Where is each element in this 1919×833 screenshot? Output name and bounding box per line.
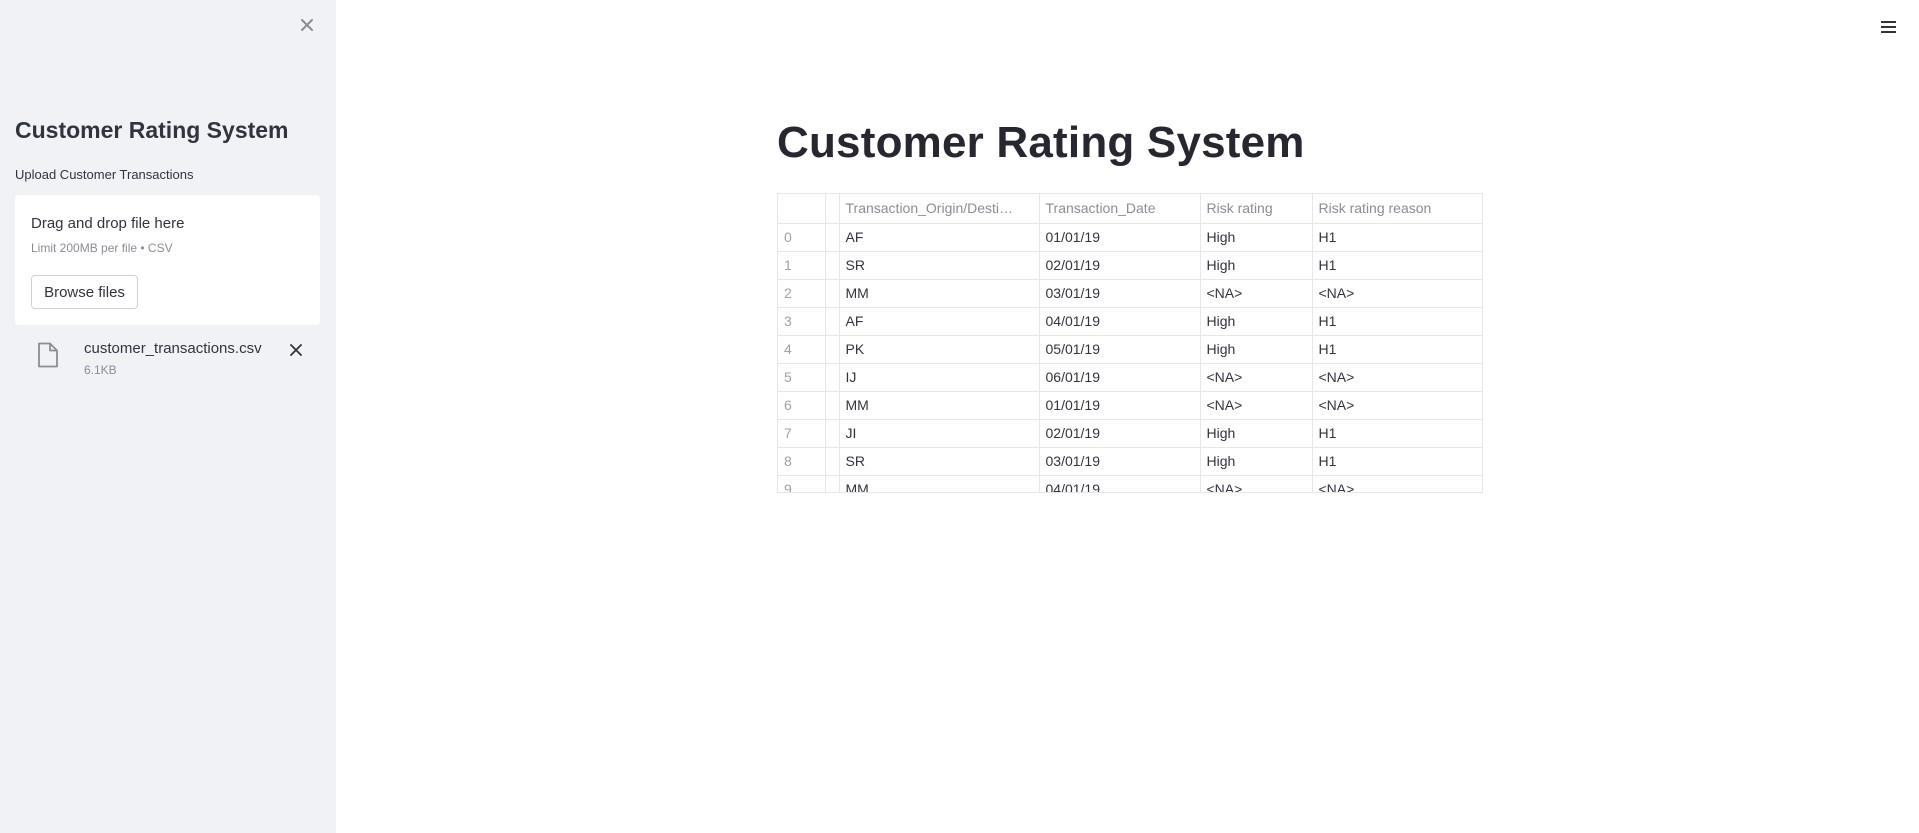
data-table[interactable]: Transaction_Origin/Desti… Transaction_Da…: [777, 193, 1483, 493]
table-row: 1 SR 02/01/19 High H1: [778, 251, 1482, 280]
table-row: 0 AF 01/01/19 High H1: [778, 223, 1482, 252]
cell-date: 01/01/19: [1039, 223, 1201, 252]
cell-origin: MM: [839, 475, 1040, 492]
row-index: 9: [778, 475, 826, 492]
cell-blank: [825, 363, 840, 392]
row-index: 4: [778, 335, 826, 364]
table-row: 3 AF 04/01/19 High H1: [778, 307, 1482, 336]
browse-files-button[interactable]: Browse files: [31, 275, 138, 309]
close-icon: [301, 19, 313, 31]
cell-risk: High: [1200, 335, 1313, 364]
row-index: 1: [778, 251, 826, 280]
uploader-label: Upload Customer Transactions: [15, 167, 194, 182]
table-row: 4 PK 05/01/19 High H1: [778, 335, 1482, 364]
cell-origin: AF: [839, 307, 1040, 336]
hamburger-menu-icon[interactable]: [1876, 16, 1900, 38]
file-name: customer_transactions.csv: [84, 340, 262, 357]
cell-origin: AF: [839, 223, 1040, 252]
column-header-index[interactable]: [778, 194, 826, 224]
cell-blank: [825, 307, 840, 336]
cell-date: 02/01/19: [1039, 419, 1201, 448]
row-index: 7: [778, 419, 826, 448]
cell-blank: [825, 279, 840, 308]
close-icon: [290, 344, 302, 356]
cell-origin: JI: [839, 419, 1040, 448]
cell-blank: [825, 419, 840, 448]
dropzone-limit: Limit 200MB per file • CSV: [31, 241, 173, 255]
cell-origin: MM: [839, 391, 1040, 420]
cell-reason: <NA>: [1312, 475, 1482, 492]
cell-reason: H1: [1312, 419, 1482, 448]
table-row: 6 MM 01/01/19 <NA> <NA>: [778, 391, 1482, 420]
column-header-date[interactable]: Transaction_Date: [1039, 194, 1201, 224]
cell-date: 04/01/19: [1039, 475, 1201, 492]
cell-risk: High: [1200, 307, 1313, 336]
cell-risk: <NA>: [1200, 279, 1313, 308]
cell-origin: PK: [839, 335, 1040, 364]
row-index: 8: [778, 447, 826, 476]
cell-origin: SR: [839, 447, 1040, 476]
cell-date: 05/01/19: [1039, 335, 1201, 364]
cell-blank: [825, 251, 840, 280]
cell-reason: H1: [1312, 307, 1482, 336]
column-header-blank[interactable]: [825, 194, 840, 224]
cell-blank: [825, 335, 840, 364]
page-title: Customer Rating System: [777, 118, 1305, 167]
sidebar: Customer Rating System Upload Customer T…: [0, 0, 336, 833]
cell-date: 03/01/19: [1039, 279, 1201, 308]
cell-origin: IJ: [839, 363, 1040, 392]
cell-blank: [825, 223, 840, 252]
file-icon: [37, 342, 59, 368]
row-index: 6: [778, 391, 826, 420]
cell-date: 02/01/19: [1039, 251, 1201, 280]
cell-risk: High: [1200, 419, 1313, 448]
cell-reason: H1: [1312, 447, 1482, 476]
sidebar-title: Customer Rating System: [15, 117, 289, 143]
cell-reason: <NA>: [1312, 391, 1482, 420]
table-row: 9 MM 04/01/19 <NA> <NA>: [778, 475, 1482, 492]
row-index: 3: [778, 307, 826, 336]
cell-origin: MM: [839, 279, 1040, 308]
column-header-reason[interactable]: Risk rating reason: [1312, 194, 1482, 224]
cell-date: 03/01/19: [1039, 447, 1201, 476]
table-header-row: Transaction_Origin/Desti… Transaction_Da…: [778, 194, 1482, 224]
row-index: 0: [778, 223, 826, 252]
table-row: 7 JI 02/01/19 High H1: [778, 419, 1482, 448]
cell-reason: <NA>: [1312, 279, 1482, 308]
cell-risk: High: [1200, 251, 1313, 280]
file-dropzone[interactable]: Drag and drop file here Limit 200MB per …: [15, 195, 320, 325]
cell-date: 01/01/19: [1039, 391, 1201, 420]
cell-risk: High: [1200, 223, 1313, 252]
file-size: 6.1KB: [84, 363, 117, 377]
cell-risk: <NA>: [1200, 475, 1313, 492]
dropzone-title: Drag and drop file here: [31, 215, 185, 232]
column-header-risk[interactable]: Risk rating: [1200, 194, 1313, 224]
table-row: 5 IJ 06/01/19 <NA> <NA>: [778, 363, 1482, 392]
column-header-origin[interactable]: Transaction_Origin/Desti…: [839, 194, 1040, 224]
cell-risk: High: [1200, 447, 1313, 476]
row-index: 2: [778, 279, 826, 308]
cell-blank: [825, 391, 840, 420]
remove-file-button[interactable]: [286, 340, 306, 360]
cell-date: 04/01/19: [1039, 307, 1201, 336]
cell-reason: H1: [1312, 335, 1482, 364]
cell-blank: [825, 447, 840, 476]
cell-date: 06/01/19: [1039, 363, 1201, 392]
cell-reason: H1: [1312, 251, 1482, 280]
row-index: 5: [778, 363, 826, 392]
sidebar-close-icon[interactable]: [296, 14, 318, 36]
table-row: 8 SR 03/01/19 High H1: [778, 447, 1482, 476]
cell-blank: [825, 475, 840, 492]
uploaded-file: customer_transactions.csv 6.1KB: [15, 332, 320, 380]
table-row: 2 MM 03/01/19 <NA> <NA>: [778, 279, 1482, 308]
cell-risk: <NA>: [1200, 391, 1313, 420]
cell-origin: SR: [839, 251, 1040, 280]
cell-reason: H1: [1312, 223, 1482, 252]
cell-reason: <NA>: [1312, 363, 1482, 392]
cell-risk: <NA>: [1200, 363, 1313, 392]
